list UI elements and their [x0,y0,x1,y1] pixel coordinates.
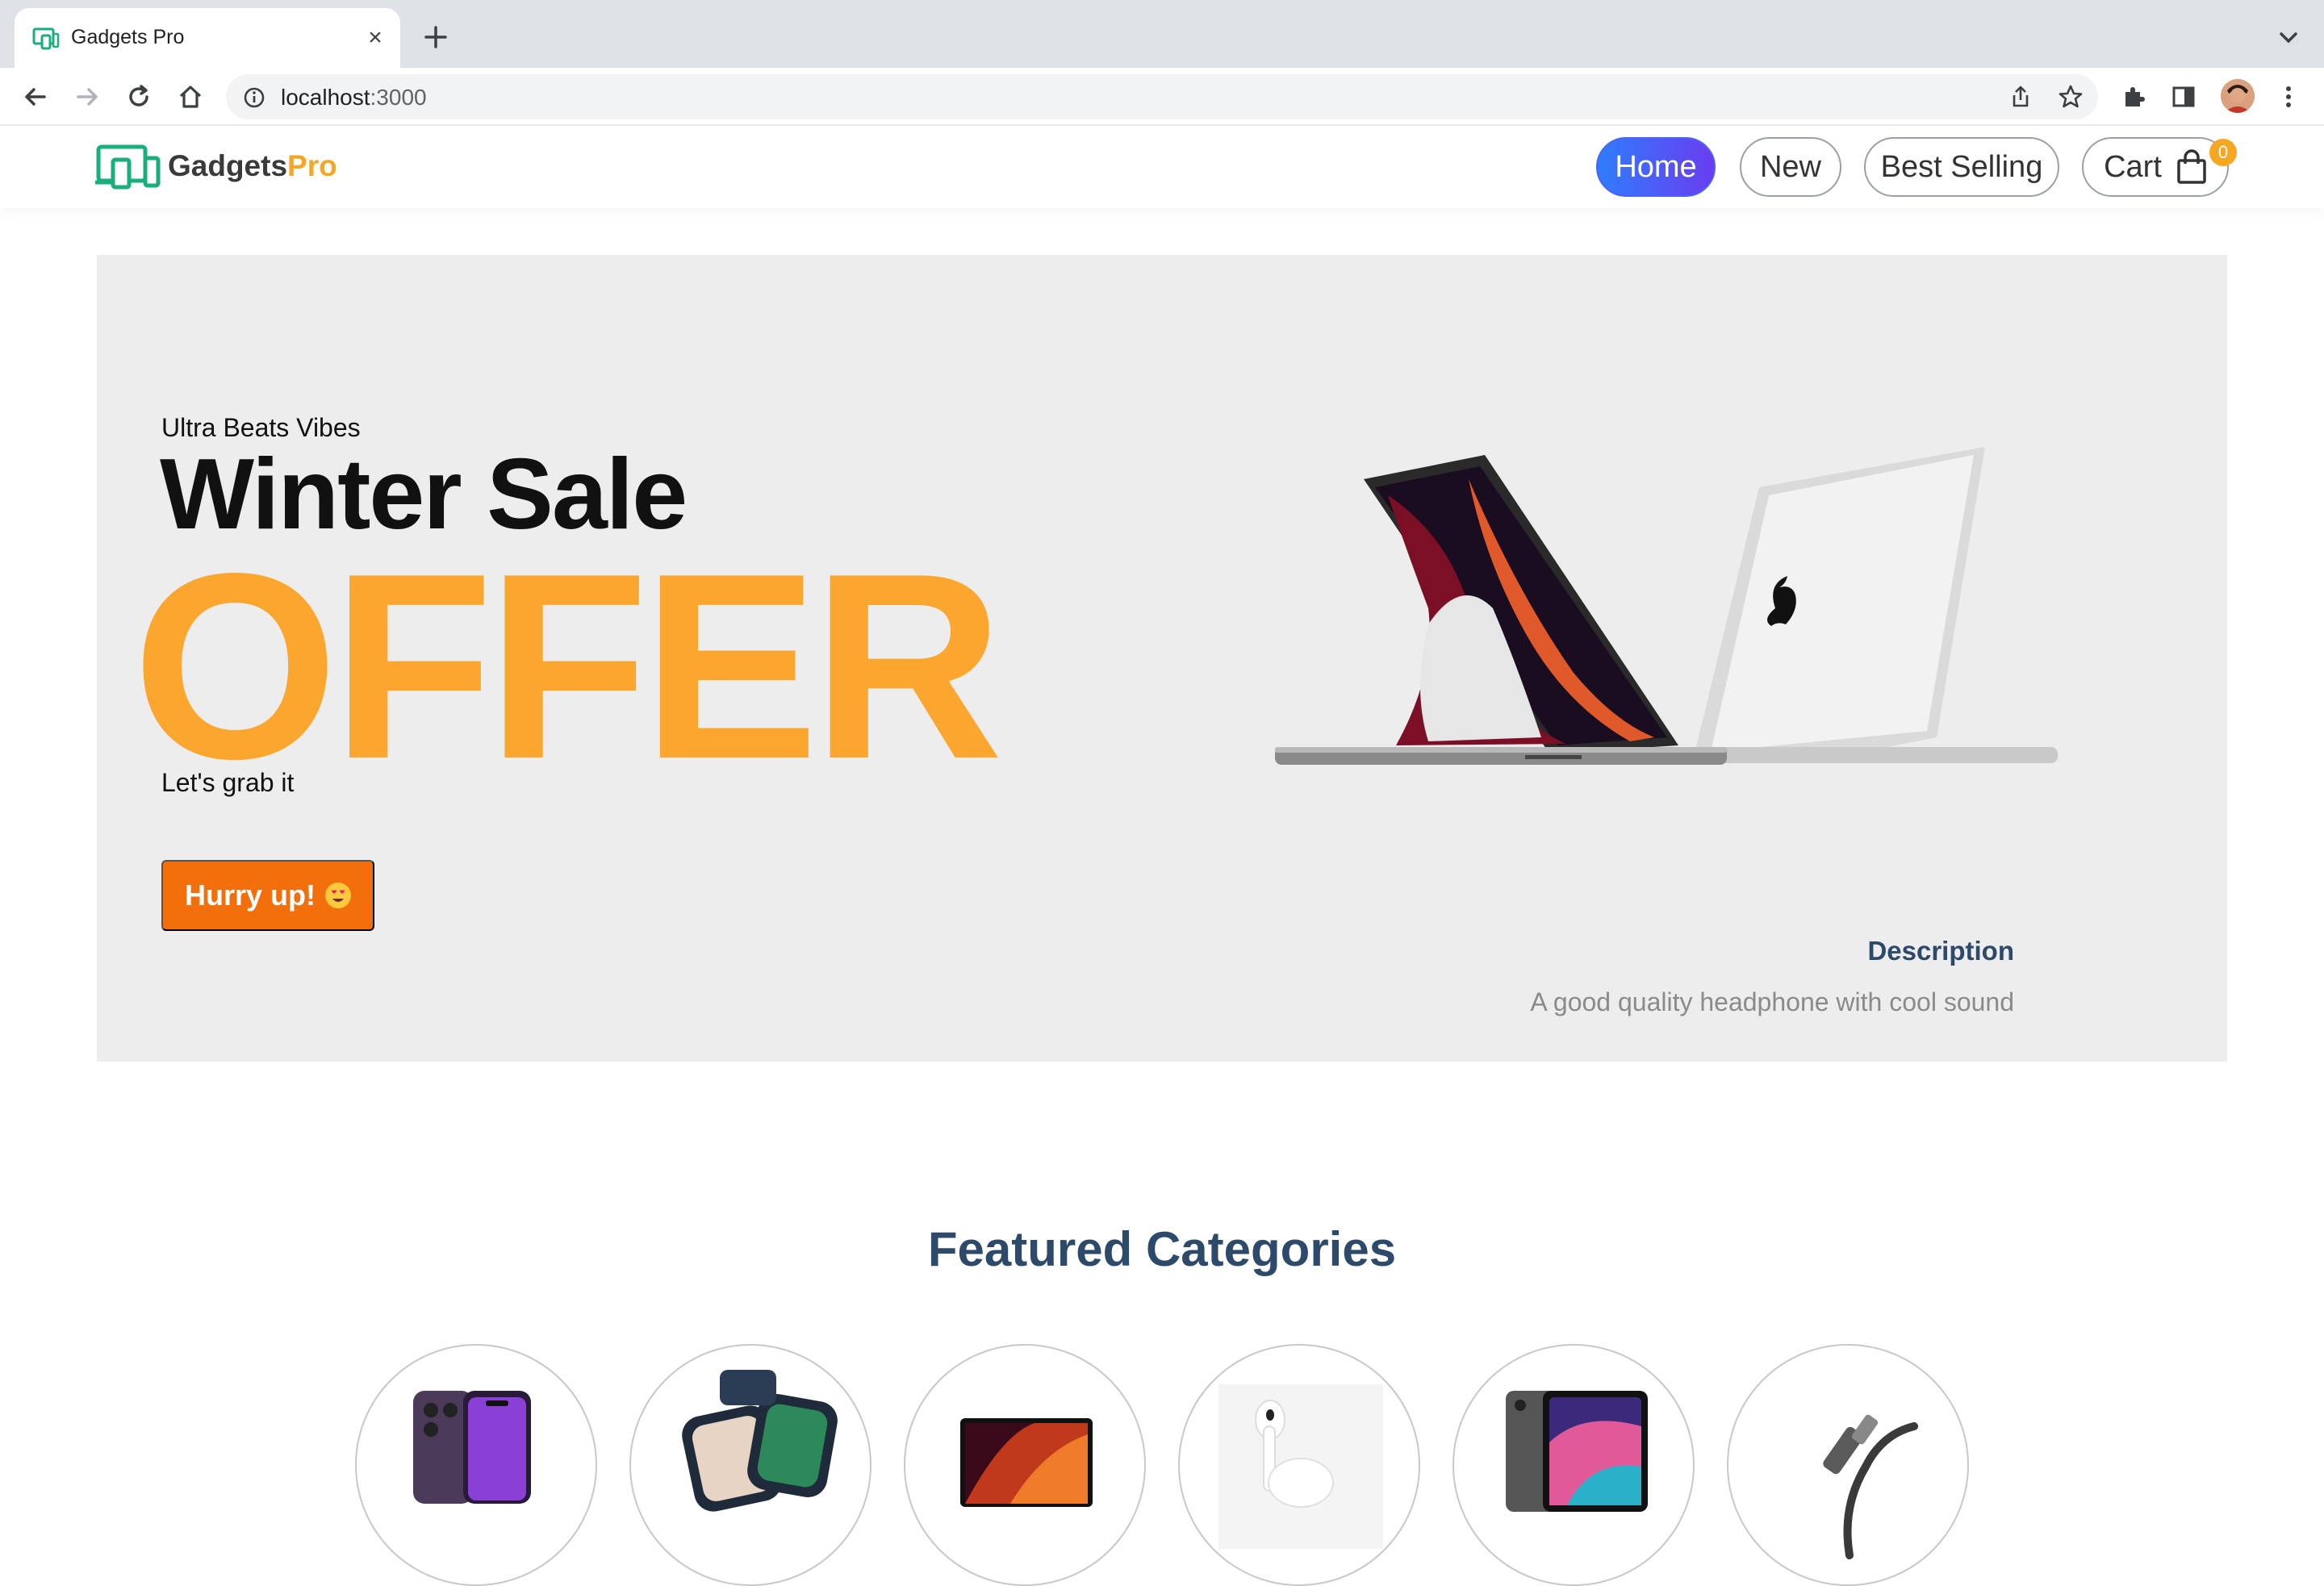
browser-menu-icon[interactable] [2271,79,2306,115]
tab-title: Gadgets Pro [71,26,185,48]
browser-toolbar: localhost:3000 [0,68,2324,126]
cable-icon [1823,1414,1918,1559]
iphone-icon [413,1391,531,1504]
home-icon[interactable] [173,79,208,115]
profile-avatar[interactable] [2221,79,2255,113]
back-icon[interactable] [18,79,53,115]
hero-description-label: Description [1867,936,2014,966]
heart-eyes-emoji-icon [325,883,351,908]
site-info-icon[interactable] [242,86,266,110]
logo-wordmark: GadgetsPro [168,149,337,182]
hurry-up-button[interactable]: Hurry up! [161,860,374,931]
featured-categories-heading: Featured Categories [927,1222,1397,1276]
site-logo[interactable]: GadgetsPro [95,142,337,190]
category-macbook[interactable] [904,1344,1146,1586]
tab-search-chevron-icon[interactable] [2274,23,2303,52]
reload-icon[interactable] [121,79,157,115]
cart-count-badge: 0 [2209,139,2237,166]
tab-close-icon[interactable]: × [362,24,389,52]
share-icon[interactable] [2008,84,2034,110]
gadgets-favicon-icon [32,27,60,50]
hurry-up-label: Hurry up! [185,879,316,912]
category-airpods[interactable] [1178,1344,1420,1586]
macbook-laptops-image [1275,447,2058,765]
url-text: localhost:3000 [281,85,427,110]
ipad-icon [1506,1391,1648,1512]
browser-tab[interactable]: Gadgets Pro × [15,8,400,68]
hero-banner: Ultra Beats Vibes Winter Sale OFFER Let'… [97,255,2227,1062]
nav-home-button[interactable]: Home [1596,137,1716,197]
smartwatch-icon [682,1370,838,1512]
devices-logo-icon [95,144,161,190]
category-iphone[interactable] [355,1344,597,1586]
cart-label: Cart [2104,149,2162,184]
address-bar[interactable]: localhost:3000 [226,74,2098,119]
new-tab-plus-icon[interactable] [420,21,452,53]
extensions-puzzle-icon[interactable] [2116,79,2151,115]
category-ipad[interactable] [1452,1344,1695,1586]
hero-offer-text: OFFER [132,518,1003,814]
nav-new-button[interactable]: New [1740,137,1841,197]
site-header: GadgetsPro Home New Best Selling Cart [0,127,2324,208]
side-panel-icon[interactable] [2166,79,2201,115]
bookmark-star-icon[interactable] [2058,84,2084,110]
browser-tabstrip: Gadgets Pro × [0,0,2324,68]
nav-best-selling-button[interactable]: Best Selling [1864,137,2059,197]
forward-icon[interactable] [69,79,105,115]
airpods-icon [1218,1384,1383,1549]
category-smartwatch[interactable] [629,1344,872,1586]
hero-description-text: A good quality headphone with cool sound [1530,987,2014,1016]
shopping-bag-icon [2177,149,2206,184]
nav-cart-button[interactable]: Cart [2082,137,2229,197]
hero-subtext: Let's grab it [161,768,295,797]
macbook-icon [960,1418,1093,1507]
category-cable[interactable] [1727,1344,1969,1586]
